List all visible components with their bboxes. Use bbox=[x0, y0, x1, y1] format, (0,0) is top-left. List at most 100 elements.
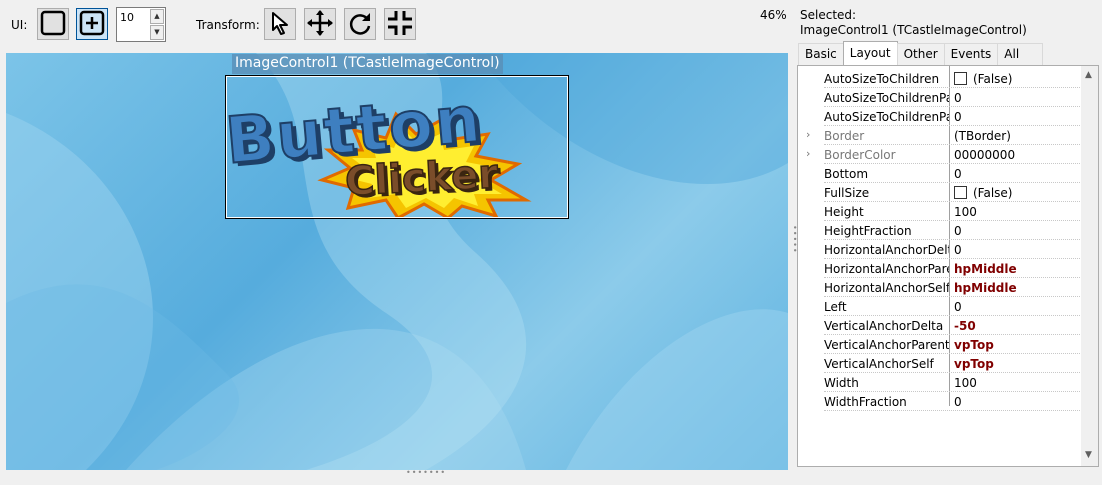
tab-other[interactable]: Other bbox=[896, 43, 945, 65]
selection-caption: ImageControl1 (TCastleImageControl) bbox=[232, 54, 503, 74]
spin-down-button[interactable]: ▼ bbox=[150, 25, 164, 40]
property-row[interactable]: Bottom 0 bbox=[798, 164, 1082, 183]
property-value[interactable]: 0 bbox=[954, 243, 962, 257]
castle-editor-window: UI: 10 ▲ ▼ Transform: 46% ImageControl1 … bbox=[0, 0, 1102, 485]
property-value[interactable]: (False) bbox=[954, 186, 1013, 200]
svg-text:Clicker: Clicker bbox=[344, 151, 499, 205]
tab-all[interactable]: All bbox=[997, 43, 1044, 65]
property-value[interactable]: -50 bbox=[954, 319, 976, 333]
zoom-level: 46% bbox=[760, 8, 787, 22]
property-value-text: 00000000 bbox=[954, 148, 1016, 162]
tab-layout[interactable]: Layout bbox=[842, 41, 898, 65]
property-row[interactable]: AutoSizeToChildrenPaddingRight 0 bbox=[798, 88, 1082, 107]
property-row[interactable]: Width 100 bbox=[798, 373, 1082, 392]
property-value[interactable]: 100 bbox=[954, 376, 977, 390]
property-name: FullSize bbox=[824, 186, 870, 200]
plus-square-icon bbox=[79, 10, 105, 39]
property-row[interactable]: › BorderColor 00000000 bbox=[798, 145, 1082, 164]
bottom-splitter-grip[interactable]: ••••••• bbox=[406, 468, 446, 477]
property-value-text: 0 bbox=[954, 243, 962, 257]
property-value-text: (False) bbox=[973, 186, 1013, 200]
property-value[interactable]: hpMiddle bbox=[954, 281, 1017, 295]
property-value[interactable]: vpTop bbox=[954, 338, 994, 352]
snap-value[interactable]: 10 bbox=[120, 11, 134, 24]
property-value[interactable]: hpMiddle bbox=[954, 262, 1017, 276]
move-arrows-icon bbox=[306, 9, 334, 40]
select-ui-button[interactable] bbox=[37, 8, 69, 40]
property-value[interactable]: 00000000 bbox=[954, 148, 1015, 162]
property-value[interactable]: 100 bbox=[954, 205, 977, 219]
tab-events[interactable]: Events bbox=[943, 43, 999, 65]
expand-chevron-icon[interactable]: › bbox=[806, 147, 810, 160]
interact-ui-button[interactable] bbox=[76, 8, 108, 40]
property-name: VerticalAnchorSelf bbox=[824, 357, 934, 371]
property-grid[interactable]: AutoSizeToChildren (False) AutoSizeToChild… bbox=[797, 65, 1099, 467]
property-value[interactable]: 0 bbox=[954, 300, 962, 314]
property-row[interactable]: HeightFraction 0 bbox=[798, 221, 1082, 240]
property-row[interactable]: VerticalAnchorSelf vpTop bbox=[798, 354, 1082, 373]
property-row[interactable]: WidthFraction 0 bbox=[798, 392, 1082, 411]
checkbox[interactable] bbox=[954, 72, 967, 85]
scale-button[interactable] bbox=[384, 8, 416, 40]
property-name: HorizontalAnchorParent bbox=[824, 262, 949, 276]
property-value-text: 100 bbox=[954, 205, 977, 219]
property-name: HorizontalAnchorDelta bbox=[824, 243, 949, 257]
rotate-button[interactable] bbox=[344, 8, 376, 40]
property-row[interactable]: FullSize (False) bbox=[798, 183, 1082, 202]
tab-basic[interactable]: Basic bbox=[798, 43, 844, 65]
property-value[interactable]: 0 bbox=[954, 91, 962, 105]
property-name: AutoSizeToChildrenPaddingRight bbox=[824, 91, 949, 105]
property-value-text: -50 bbox=[954, 319, 976, 333]
property-value[interactable]: 0 bbox=[954, 167, 962, 181]
property-row[interactable]: Left 0 bbox=[798, 297, 1082, 316]
property-value-text: hpMiddle bbox=[954, 281, 1017, 295]
ui-label: UI: bbox=[11, 18, 28, 32]
scroll-up-icon[interactable]: ▲ bbox=[1085, 70, 1092, 80]
vertical-scrollbar[interactable]: ▲ ▼ bbox=[1081, 66, 1098, 466]
snap-spin-edit[interactable]: 10 ▲ ▼ bbox=[116, 7, 166, 42]
image-control-selected[interactable]: Button Button Clicker Clicker bbox=[222, 75, 569, 220]
property-name: AutoSizeToChildren bbox=[824, 72, 940, 86]
property-value-text: (TBorder) bbox=[954, 129, 1011, 143]
translate-button[interactable] bbox=[304, 8, 336, 40]
property-value-text: 0 bbox=[954, 395, 962, 409]
property-row[interactable]: › Border (TBorder) bbox=[798, 126, 1082, 145]
property-row[interactable]: VerticalAnchorDelta -50 bbox=[798, 316, 1082, 335]
expand-chevron-icon[interactable]: › bbox=[806, 128, 810, 141]
property-name: Width bbox=[824, 376, 859, 390]
property-row[interactable]: HorizontalAnchorSelf hpMiddle bbox=[798, 278, 1082, 297]
property-value[interactable]: vpTop bbox=[954, 357, 994, 371]
button-clicker-logo: Button Button Clicker Clicker bbox=[222, 82, 532, 220]
property-name: Left bbox=[824, 300, 847, 314]
scroll-down-icon[interactable]: ▼ bbox=[1085, 450, 1092, 460]
design-viewport[interactable]: ImageControl1 (TCastleImageControl) Butt… bbox=[6, 53, 788, 470]
property-name: HeightFraction bbox=[824, 224, 912, 238]
cursor-arrow-icon bbox=[267, 10, 293, 39]
property-value[interactable]: 0 bbox=[954, 224, 962, 238]
property-row[interactable]: HorizontalAnchorParent hpMiddle bbox=[798, 259, 1082, 278]
property-row[interactable]: HorizontalAnchorDelta 0 bbox=[798, 240, 1082, 259]
property-value-text: 0 bbox=[954, 167, 962, 181]
property-name: Height bbox=[824, 205, 864, 219]
property-value[interactable]: (False) bbox=[954, 72, 1013, 86]
property-row[interactable]: AutoSizeToChildrenPaddingTop 0 bbox=[798, 107, 1082, 126]
property-value[interactable]: 0 bbox=[954, 395, 962, 409]
selected-label: Selected: bbox=[800, 8, 857, 22]
square-icon bbox=[40, 10, 66, 39]
property-row[interactable]: Height 100 bbox=[798, 202, 1082, 221]
property-value[interactable]: 0 bbox=[954, 110, 962, 124]
property-row[interactable]: VerticalAnchorParent vpTop bbox=[798, 335, 1082, 354]
inspector-tabs: Basic Layout Other Events All bbox=[798, 41, 1044, 65]
property-name: Bottom bbox=[824, 167, 869, 181]
select-transform-button[interactable] bbox=[264, 8, 296, 40]
checkbox[interactable] bbox=[954, 186, 967, 199]
selected-component: ImageControl1 (TCastleImageControl) bbox=[800, 23, 1027, 37]
property-value[interactable]: (TBorder) bbox=[954, 129, 1011, 143]
property-value-text: (False) bbox=[973, 72, 1013, 86]
property-name: VerticalAnchorParent bbox=[824, 338, 949, 352]
property-row[interactable]: AutoSizeToChildren (False) bbox=[798, 69, 1082, 88]
spin-up-button[interactable]: ▲ bbox=[150, 9, 164, 24]
property-value-text: 0 bbox=[954, 224, 962, 238]
property-value-text: 100 bbox=[954, 376, 977, 390]
rotate-icon bbox=[346, 9, 374, 40]
